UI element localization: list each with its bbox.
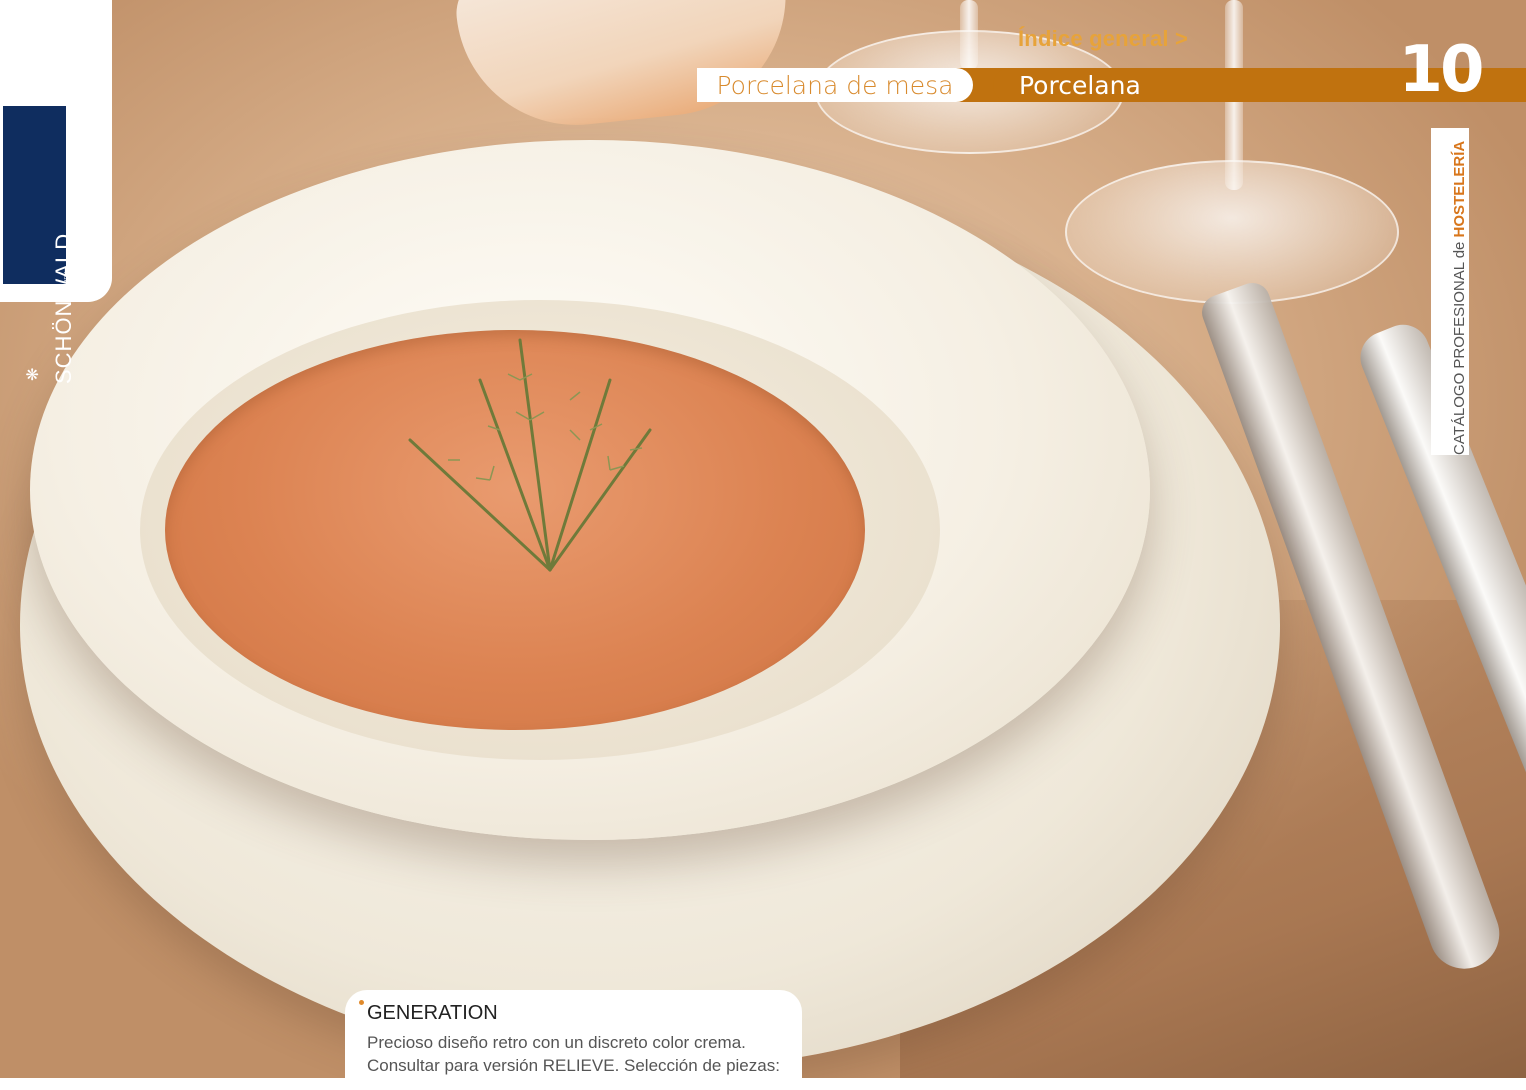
brand-logo-subtext: Germany (63, 272, 70, 301)
product-description-line-1: Precioso diseño retro con un discreto co… (367, 1033, 746, 1052)
catalog-label-prefix: CATÁLOGO PROFESIONAL de (1451, 237, 1468, 455)
page-number: 10 (1398, 33, 1484, 107)
hero-photo (0, 0, 1526, 1078)
catalog-label-highlight: HOSTELERÍA (1451, 140, 1468, 238)
tab-porcelana[interactable]: Porcelana (993, 68, 1359, 102)
bullet-icon (359, 1000, 364, 1005)
glass-foot (1065, 160, 1399, 304)
product-description-line-2: Consultar para versión RELIEVE. Selecció… (367, 1056, 780, 1075)
tab-porcelana-de-mesa[interactable]: Porcelana de mesa (697, 68, 973, 102)
index-link[interactable]: Índice general > (1018, 26, 1188, 52)
crown-icon: ❋ (25, 367, 42, 381)
catalog-side-label: CATÁLOGO PROFESIONAL de HOSTELERÍA (1451, 141, 1468, 455)
brand-logo-text: SCHÖNWALD (51, 232, 76, 384)
product-title: GENERATION (367, 1002, 498, 1024)
brand-logo[interactable]: ❋ SCHÖNWALD Germany (3, 106, 76, 384)
rosemary-garnish (408, 338, 652, 572)
